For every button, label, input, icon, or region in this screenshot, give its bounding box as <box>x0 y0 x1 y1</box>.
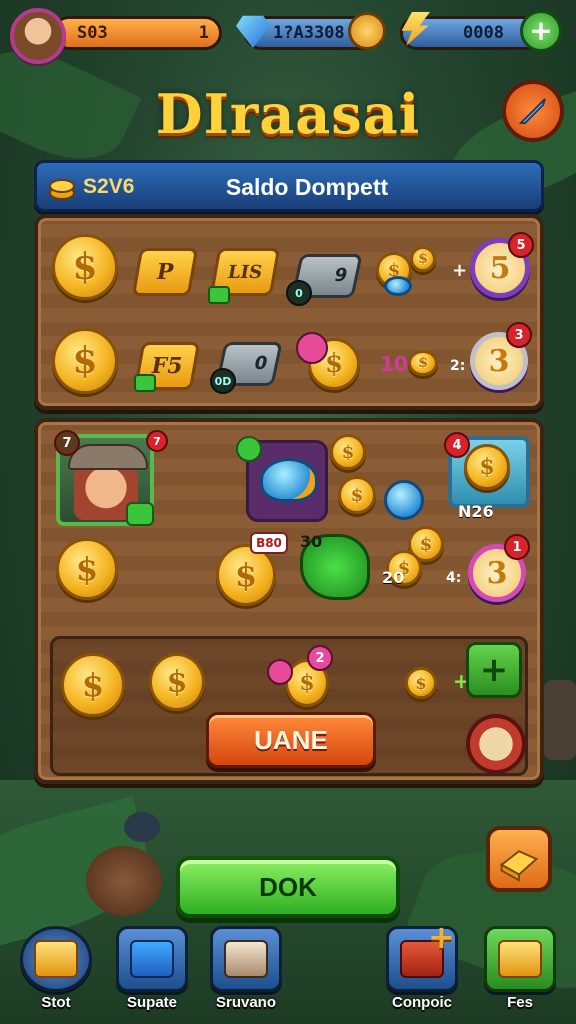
bonus-marker <box>267 659 293 685</box>
crate-badge-text: 4 <box>452 437 462 453</box>
coin-reward[interactable]: $ <box>338 476 376 514</box>
coconut-decoration <box>86 846 162 916</box>
hero-level-text: 7 <box>62 435 72 451</box>
ticket-chip-text: 0D <box>214 374 232 388</box>
coin-balance-value: S03 <box>77 23 108 43</box>
ticket-card-number: 0 <box>252 353 270 374</box>
bonus-badge-text: 2 <box>315 650 325 666</box>
dragon-egg-icon <box>260 458 318 502</box>
nav-label: Supate <box>126 994 177 1011</box>
notification-dot: 3 <box>506 322 532 348</box>
notification-dot-text: 5 <box>516 237 526 253</box>
box-icon <box>224 940 268 978</box>
nav-item-slot[interactable]: Stot <box>12 922 100 1018</box>
gold-bar-icon <box>34 940 78 978</box>
reward-tag-text: P <box>154 259 176 285</box>
energy-balance-value: 0008 <box>463 23 504 43</box>
bonus-badge: 2 <box>307 645 333 671</box>
notification-dot-text: 3 <box>514 327 524 343</box>
hand-icon[interactable] <box>348 12 386 50</box>
reward-panel-top: $ P LIS 9 0 $ $ + 5 5 $ F5 0 0D $ 10 $ 2… <box>34 214 544 410</box>
separator-text: 4: <box>446 570 462 586</box>
crate-coin: $ <box>464 444 510 490</box>
coin-reward[interactable]: $ <box>52 234 118 300</box>
reward-tag-text: LIS <box>226 261 264 283</box>
nav-item-survival[interactable]: Sruvano <box>202 922 290 1018</box>
sword-icon <box>518 98 546 124</box>
green-chip-icon <box>134 374 156 392</box>
gem-disc-icon <box>384 480 424 520</box>
level-ring-number: 3 <box>486 555 508 591</box>
nav-label: Sruvano <box>215 994 276 1011</box>
crate-badge: 4 <box>444 432 470 458</box>
notification-dot: 1 <box>504 534 530 560</box>
bag-marker <box>296 332 328 364</box>
coin-balance-extra: 1 <box>198 23 209 43</box>
egg-green-tag <box>236 436 262 462</box>
reward-amount: 10 <box>380 352 408 376</box>
monkey-icon[interactable] <box>466 714 526 774</box>
coin-small[interactable]: $ <box>410 246 436 272</box>
hero-hat <box>68 444 148 470</box>
wallet-code: S2V6 <box>83 175 135 198</box>
coin-small[interactable]: $ <box>408 350 438 376</box>
plus-sign: + <box>452 260 468 281</box>
coin-reward[interactable]: $ <box>52 328 118 394</box>
coin-reward[interactable]: $ <box>61 653 125 717</box>
coin-balance: S03 1 <box>52 16 222 50</box>
wallet-header: S2V6 Saldo Dompett <box>34 160 544 212</box>
add-currency-button[interactable]: + <box>520 10 562 52</box>
crate-label: N26 <box>458 502 494 521</box>
ok-button[interactable]: DOK <box>176 856 400 918</box>
ticket-chip: 0 <box>286 280 312 306</box>
hero-level-badge: 7 <box>54 430 80 456</box>
coin-stack-icon <box>49 179 75 200</box>
ticket-chip-text: 0 <box>295 286 303 300</box>
hero-green-chip <box>126 502 154 526</box>
coin-reward[interactable]: $ <box>149 653 205 711</box>
wallet-label: Saldo Dompett <box>225 174 389 200</box>
top-resource-bar: S03 1 1?A3308 0008 + <box>0 0 576 70</box>
nav-item-fes[interactable]: Fes <box>476 922 564 1018</box>
close-button[interactable] <box>502 80 564 142</box>
green-chip-icon <box>208 286 230 304</box>
level-ring-number: 3 <box>488 343 510 379</box>
add-reward-button[interactable]: + <box>466 642 522 698</box>
gold-bar-icon <box>499 850 539 882</box>
nav-item-compose[interactable]: + Conpoic <box>378 918 466 1018</box>
price-tag: B80 <box>250 532 288 554</box>
coin-reward[interactable]: $ <box>56 538 118 600</box>
price-tag-text: B80 <box>256 536 282 550</box>
ticket-card-number: 9 <box>332 265 350 286</box>
nav-item-update[interactable]: Supate <box>108 922 196 1018</box>
hero-corner-badge: 7 <box>146 430 168 452</box>
gem-balance-value: 1?A3308 <box>273 23 345 43</box>
ticket-chip: 0D <box>210 368 236 394</box>
nav-label: Stot <box>41 994 71 1011</box>
nav-label: Fes <box>507 994 533 1011</box>
reward-tag[interactable]: P <box>131 248 199 296</box>
screen-title: DIraasai <box>155 82 421 146</box>
notification-dot-text: 1 <box>512 539 522 555</box>
gem-pile-amount: 30 <box>300 532 323 551</box>
claim-button[interactable]: UANE <box>206 712 376 768</box>
player-avatar[interactable] <box>10 8 66 64</box>
gift-box-button[interactable] <box>486 826 552 892</box>
nav-label: Conpoic <box>392 994 452 1011</box>
gold-bar-icon <box>498 940 542 978</box>
hero-corner-text: 7 <box>153 434 161 448</box>
stone-decoration <box>540 680 576 760</box>
separator-text: 2: <box>450 358 466 374</box>
coin-small[interactable]: $ <box>405 667 437 699</box>
reward-panel-bottom: 7 7 $ $ $ 4 N26 $ $ B80 30 $ $ 20 4: 3 1… <box>34 418 544 784</box>
coin-reward[interactable]: $ <box>330 434 366 470</box>
coin-pile-amount: 20 <box>382 568 405 587</box>
level-ring-number: 5 <box>489 250 511 286</box>
plus-badge-icon: + <box>428 918 455 956</box>
chest-icon <box>130 940 174 978</box>
gem-disc-icon <box>384 276 412 296</box>
stone-decoration <box>124 812 160 842</box>
notification-dot: 5 <box>508 232 534 258</box>
